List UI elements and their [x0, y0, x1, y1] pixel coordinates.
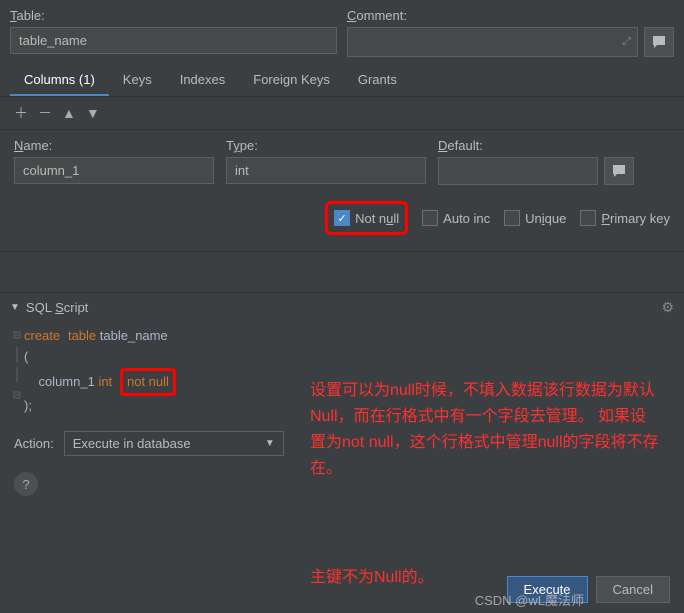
comment-input[interactable]: ⤢ [347, 27, 638, 57]
notnull-code-highlight: not null [120, 368, 176, 396]
add-button[interactable]: ＋ [14, 103, 28, 123]
annotation-note-2: 主键不为Null的。 [310, 565, 434, 591]
column-name-input[interactable] [14, 157, 214, 184]
check-icon: ✓ [334, 210, 350, 226]
not-null-checkbox[interactable]: ✓ Not null [334, 210, 399, 226]
tab-foreign-keys[interactable]: Foreign Keys [239, 65, 344, 96]
tab-keys[interactable]: Keys [109, 65, 166, 96]
tab-bar: Columns (1) Keys Indexes Foreign Keys Gr… [0, 65, 684, 97]
speech-bubble-icon [651, 34, 667, 50]
primary-key-checkbox[interactable]: Primary key [580, 210, 670, 226]
sql-script-section[interactable]: ▼ SQL Script ⚙ [0, 292, 684, 322]
tab-grants[interactable]: Grants [344, 65, 411, 96]
expand-icon[interactable]: ⤢ [622, 36, 631, 49]
chevron-down-icon: ▼ [265, 438, 275, 449]
table-label: Table: [10, 8, 337, 23]
speech-bubble-icon [611, 163, 627, 179]
annotation-note-1: 设置可以为null时候，不填入数据该行数据为默认Null，而在行格式中有一个字段… [310, 378, 660, 482]
default-extra-button[interactable] [604, 157, 634, 185]
auto-inc-checkbox[interactable]: Auto inc [422, 210, 490, 226]
action-label: Action: [14, 436, 54, 451]
gear-icon[interactable]: ⚙ [661, 299, 674, 316]
tab-indexes[interactable]: Indexes [166, 65, 240, 96]
action-select[interactable]: Execute in database ▼ [64, 431, 284, 456]
default-label: Default: [438, 138, 670, 153]
comment-extra-button[interactable] [644, 27, 674, 57]
chevron-down-icon: ▼ [10, 302, 20, 313]
unique-checkbox[interactable]: Unique [504, 210, 566, 226]
cancel-button[interactable]: Cancel [596, 576, 670, 603]
table-name-input[interactable] [10, 27, 337, 54]
name-label: Name: [14, 138, 214, 153]
column-type-input[interactable] [226, 157, 426, 184]
watermark: CSDN @wL魔法师 [475, 590, 584, 609]
help-button[interactable]: ? [14, 472, 38, 496]
up-button[interactable]: ▲ [62, 105, 76, 121]
column-default-input[interactable] [438, 157, 598, 185]
remove-button[interactable]: － [38, 103, 52, 123]
down-button[interactable]: ▼ [86, 105, 100, 121]
type-label: Type: [226, 138, 426, 153]
tab-columns[interactable]: Columns (1) [10, 65, 109, 96]
comment-label: Comment: [347, 8, 674, 23]
notnull-highlight: ✓ Not null [325, 201, 408, 235]
